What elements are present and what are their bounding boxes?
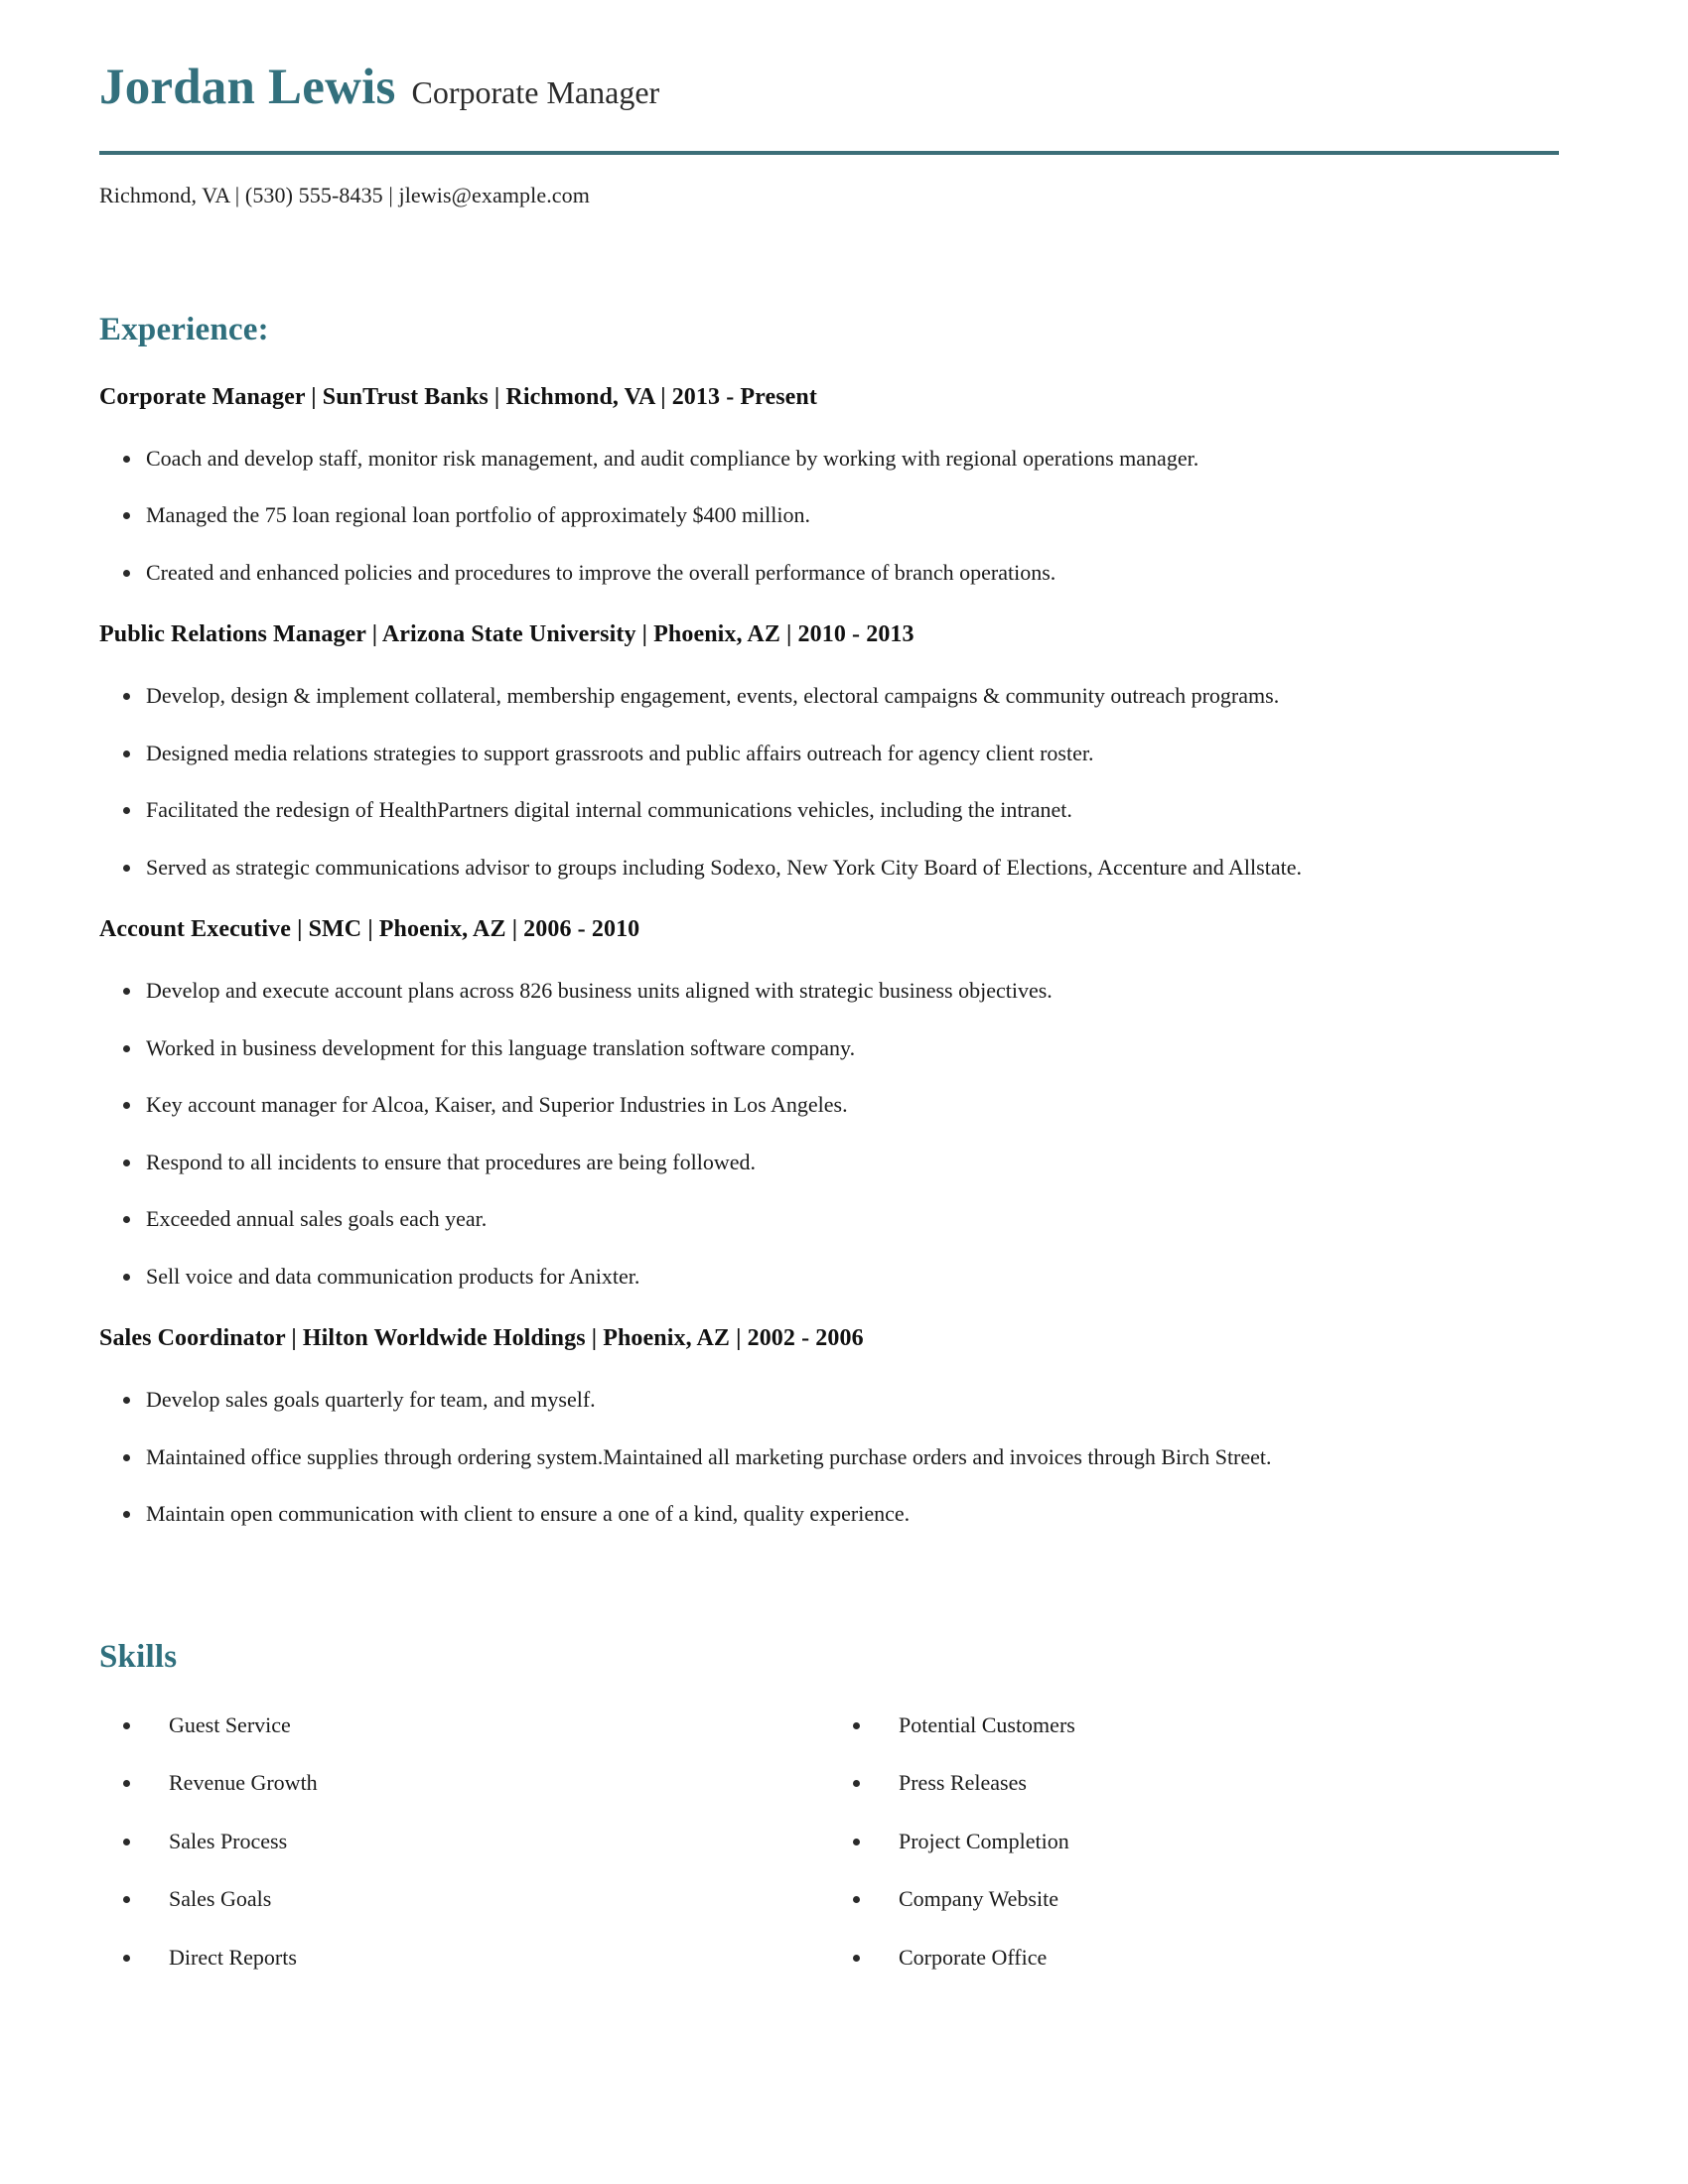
skill-item: Revenue Growth xyxy=(99,1769,829,1797)
job-bullet: Coach and develop staff, monitor risk ma… xyxy=(99,445,1585,473)
contact-line: Richmond, VA | (530) 555-8435 | jlewis@e… xyxy=(99,182,590,207)
skill-item: Press Releases xyxy=(829,1769,1559,1797)
resume-header: Jordan Lewis Corporate Manager xyxy=(99,60,1585,115)
job-entry: Corporate Manager | SunTrust Banks | Ric… xyxy=(99,384,1585,587)
job-bullet-list: Develop, design & implement collateral, … xyxy=(99,682,1585,881)
job-bullet-list: Develop and execute account plans across… xyxy=(99,977,1585,1290)
job-bullet: Designed media relations strategies to s… xyxy=(99,740,1585,767)
skills-section: Skills Guest Service Revenue Growth Sale… xyxy=(99,1639,1585,1972)
job-bullet-list: Develop sales goals quarterly for team, … xyxy=(99,1386,1585,1528)
candidate-name: Jordan Lewis xyxy=(99,60,396,115)
job-bullet: Managed the 75 loan regional loan portfo… xyxy=(99,501,1585,529)
skills-column-right: Potential Customers Press Releases Proje… xyxy=(829,1676,1559,1972)
skill-item: Direct Reports xyxy=(99,1944,829,1972)
skills-list-left: Guest Service Revenue Growth Sales Proce… xyxy=(99,1711,829,1972)
job-entry: Account Executive | SMC | Phoenix, AZ | … xyxy=(99,916,1585,1290)
job-bullet: Served as strategic communications advis… xyxy=(99,854,1585,882)
resume-page: Jordan Lewis Corporate Manager Richmond,… xyxy=(0,0,1688,2184)
job-bullet: Sell voice and data communication produc… xyxy=(99,1263,1585,1291)
job-bullet: Exceeded annual sales goals each year. xyxy=(99,1205,1585,1233)
job-bullet: Worked in business development for this … xyxy=(99,1034,1585,1062)
job-bullet: Develop and execute account plans across… xyxy=(99,977,1585,1005)
skill-item: Guest Service xyxy=(99,1711,829,1739)
skill-item: Project Completion xyxy=(829,1828,1559,1855)
job-bullet: Respond to all incidents to ensure that … xyxy=(99,1149,1585,1176)
job-heading: Sales Coordinator | Hilton Worldwide Hol… xyxy=(99,1325,864,1352)
job-heading: Account Executive | SMC | Phoenix, AZ | … xyxy=(99,916,640,943)
skills-list-right: Potential Customers Press Releases Proje… xyxy=(829,1711,1559,1972)
experience-heading: Experience: xyxy=(99,311,269,347)
job-bullet: Maintain open communication with client … xyxy=(99,1500,1585,1528)
skill-item: Potential Customers xyxy=(829,1711,1559,1739)
job-bullet: Maintained office supplies through order… xyxy=(99,1443,1585,1471)
job-heading: Public Relations Manager | Arizona State… xyxy=(99,621,914,648)
candidate-job-title: Corporate Manager xyxy=(411,74,660,110)
header-divider xyxy=(99,150,1559,155)
skill-item: Company Website xyxy=(829,1885,1559,1913)
job-bullet: Develop, design & implement collateral, … xyxy=(99,682,1585,710)
job-bullet: Facilitated the redesign of HealthPartne… xyxy=(99,796,1585,824)
skill-item: Sales Process xyxy=(99,1828,829,1855)
skills-heading: Skills xyxy=(99,1638,178,1675)
job-entry: Public Relations Manager | Arizona State… xyxy=(99,621,1585,881)
job-bullet: Created and enhanced policies and proced… xyxy=(99,559,1585,587)
skills-columns: Guest Service Revenue Growth Sales Proce… xyxy=(99,1676,1585,1972)
job-heading: Corporate Manager | SunTrust Banks | Ric… xyxy=(99,383,817,410)
job-bullet-list: Coach and develop staff, monitor risk ma… xyxy=(99,445,1585,587)
skill-item: Corporate Office xyxy=(829,1944,1559,1972)
job-entry: Sales Coordinator | Hilton Worldwide Hol… xyxy=(99,1325,1585,1528)
skills-column-left: Guest Service Revenue Growth Sales Proce… xyxy=(99,1676,829,1972)
job-bullet: Develop sales goals quarterly for team, … xyxy=(99,1386,1585,1414)
experience-section: Experience: Corporate Manager | SunTrust… xyxy=(99,312,1585,1528)
job-bullet: Key account manager for Alcoa, Kaiser, a… xyxy=(99,1091,1585,1119)
skill-item: Sales Goals xyxy=(99,1885,829,1913)
